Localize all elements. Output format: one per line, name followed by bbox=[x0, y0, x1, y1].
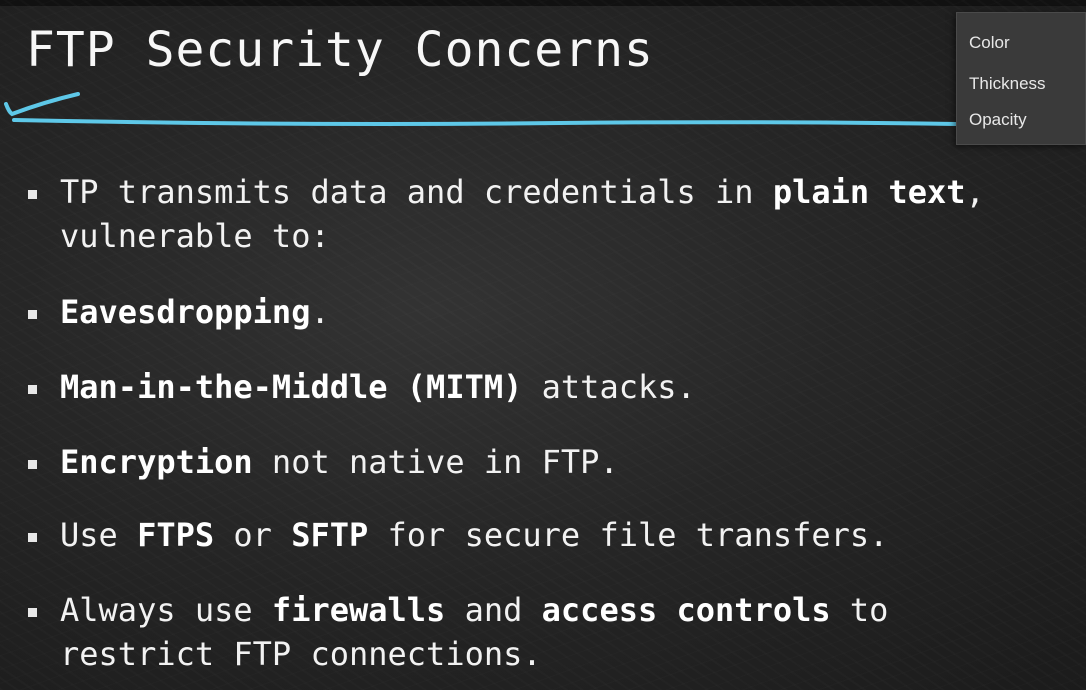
menu-item-color[interactable]: Color bbox=[969, 33, 1010, 53]
bullet-text: Always use bbox=[60, 591, 272, 629]
bullet-text-line2: restrict FTP connections. bbox=[60, 635, 542, 673]
bullet-bold-text: Encryption bbox=[60, 443, 253, 481]
bullet-mitm: Man-in-the-Middle (MITM) attacks. bbox=[26, 365, 696, 409]
bullet-bold-text: plain text bbox=[772, 173, 966, 211]
slide-title: FTP Security Concerns bbox=[26, 22, 654, 78]
bullet-bold-text: SFTP bbox=[291, 516, 369, 554]
bullet-square-icon bbox=[28, 385, 37, 394]
bullet-square-icon bbox=[28, 460, 37, 469]
bullet-bold-text: FTPS bbox=[137, 516, 215, 554]
annotation-checkmark bbox=[4, 92, 80, 117]
bullet-square-icon bbox=[28, 533, 37, 542]
bullet-text-line2: vulnerable to: bbox=[60, 217, 330, 255]
bullet-text: Use bbox=[60, 516, 138, 554]
menu-item-opacity[interactable]: Opacity bbox=[969, 110, 1027, 130]
menu-item-thickness[interactable]: Thickness bbox=[969, 74, 1046, 94]
bullet-plain-text: TP transmits data and credentials in pla… bbox=[26, 170, 985, 258]
bullet-text: , bbox=[965, 173, 985, 211]
pen-options-menu: Color Thickness Opacity bbox=[956, 12, 1086, 145]
bullet-eavesdropping: Eavesdropping. bbox=[26, 290, 330, 334]
bullet-text: and bbox=[445, 591, 542, 629]
chalkboard-texture bbox=[0, 0, 1086, 690]
bullet-bold-text: firewalls bbox=[271, 591, 446, 629]
bullet-encryption: Encryption not native in FTP. bbox=[26, 440, 619, 484]
bullet-text: or bbox=[214, 516, 292, 554]
bullet-bold-text: access controls bbox=[541, 591, 831, 629]
annotation-underline bbox=[12, 118, 958, 126]
bullet-square-icon bbox=[28, 190, 37, 199]
bullet-square-icon bbox=[28, 608, 37, 617]
bullet-ftps-sftp: Use FTPS or SFTP for secure file transfe… bbox=[26, 513, 888, 557]
bullet-text: for secure file transfers. bbox=[368, 516, 889, 554]
bullet-bold-text: Eavesdropping bbox=[60, 293, 311, 331]
bullet-text: not native in FTP. bbox=[252, 443, 619, 481]
bullet-text: . bbox=[310, 293, 330, 331]
pen-annotations bbox=[4, 92, 958, 126]
bullet-square-icon bbox=[28, 310, 37, 319]
window-top-bar bbox=[0, 0, 1086, 6]
bullet-firewalls: Always use firewalls and access controls… bbox=[26, 588, 888, 676]
bullet-text: attacks. bbox=[522, 368, 696, 406]
bullet-text: TP transmits data and credentials in bbox=[60, 173, 773, 211]
bullet-text: to bbox=[830, 591, 889, 629]
bullet-bold-text: Man-in-the-Middle (MITM) bbox=[60, 368, 523, 406]
